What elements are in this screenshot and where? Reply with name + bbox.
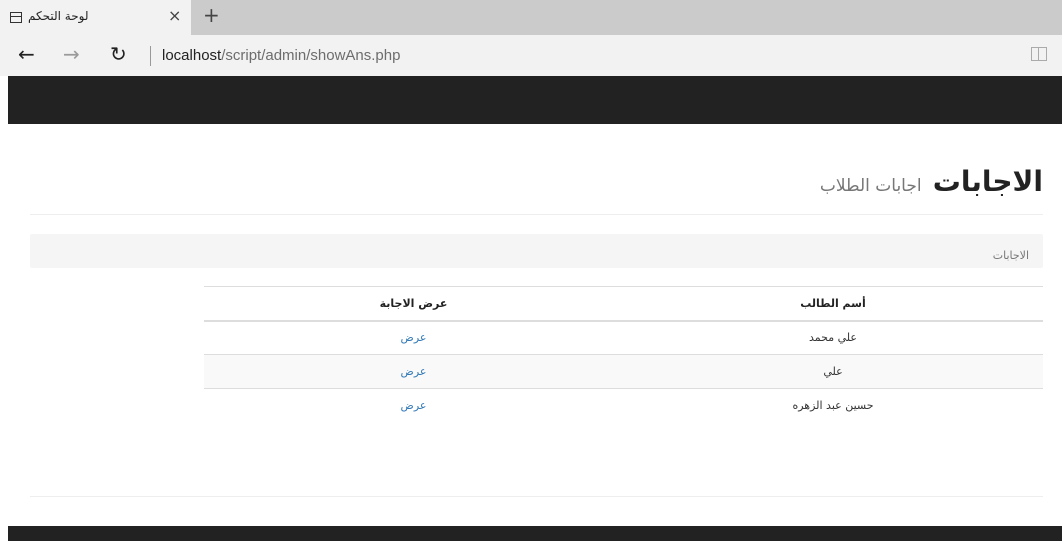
page-title: الاجابات	[932, 165, 1043, 198]
browser-tab-bar: لوحة التحكم × +	[0, 0, 1062, 35]
refresh-icon[interactable]: ↻	[110, 42, 127, 66]
address-separator	[150, 46, 151, 66]
header-student-name: أسم الطالب	[623, 286, 1043, 322]
tab-title: لوحة التحكم	[28, 9, 89, 23]
table-row: علي عرض	[204, 354, 1043, 389]
site-navbar	[8, 76, 1062, 124]
breadcrumb: الاجابات	[30, 234, 1043, 268]
forward-arrow-icon[interactable]: →	[63, 42, 80, 66]
view-answer-cell: عرض	[204, 320, 623, 355]
student-name-cell: حسين عبد الزهره	[792, 399, 874, 413]
view-answer-cell: عرض	[204, 389, 623, 423]
header-view-answer: عرض الاجابة	[204, 286, 623, 322]
view-answer-link[interactable]: عرض	[401, 365, 427, 378]
view-answer-cell: عرض	[204, 354, 623, 389]
breadcrumb-item-answers: الاجابات	[992, 249, 1029, 262]
student-name-cell: علي	[623, 354, 1043, 389]
reading-view-icon[interactable]	[1031, 47, 1047, 61]
url-field[interactable]: localhost/script/admin/showAns.php	[162, 47, 400, 64]
url-path: /script/admin/showAns.php	[221, 47, 401, 64]
tab-close-icon[interactable]: ×	[168, 6, 181, 26]
page-header: الاجابات اجابات الطلاب	[30, 165, 1043, 215]
browser-tab[interactable]: لوحة التحكم ×	[0, 0, 191, 35]
table-row: حسين عبد الزهره عرض	[204, 389, 1043, 423]
footer-divider	[30, 496, 1043, 497]
answers-table: أسم الطالب عرض الاجابة علي محمد عرض علي …	[204, 286, 1043, 423]
new-tab-icon[interactable]: +	[203, 3, 220, 27]
back-arrow-icon[interactable]: ←	[18, 42, 35, 66]
table-row: علي محمد عرض	[204, 320, 1043, 355]
tab-page-icon	[10, 12, 22, 23]
url-host: localhost	[162, 47, 222, 64]
view-answer-link[interactable]: عرض	[401, 399, 427, 412]
view-answer-link[interactable]: عرض	[401, 331, 427, 344]
browser-address-bar: ← → ↻ localhost/script/admin/showAns.php	[0, 35, 1062, 76]
site-footer	[8, 526, 1062, 541]
page-subtitle: اجابات الطلاب	[819, 176, 922, 196]
table-header-row: أسم الطالب عرض الاجابة	[204, 286, 1043, 322]
student-name-cell: علي محمد	[623, 320, 1043, 355]
